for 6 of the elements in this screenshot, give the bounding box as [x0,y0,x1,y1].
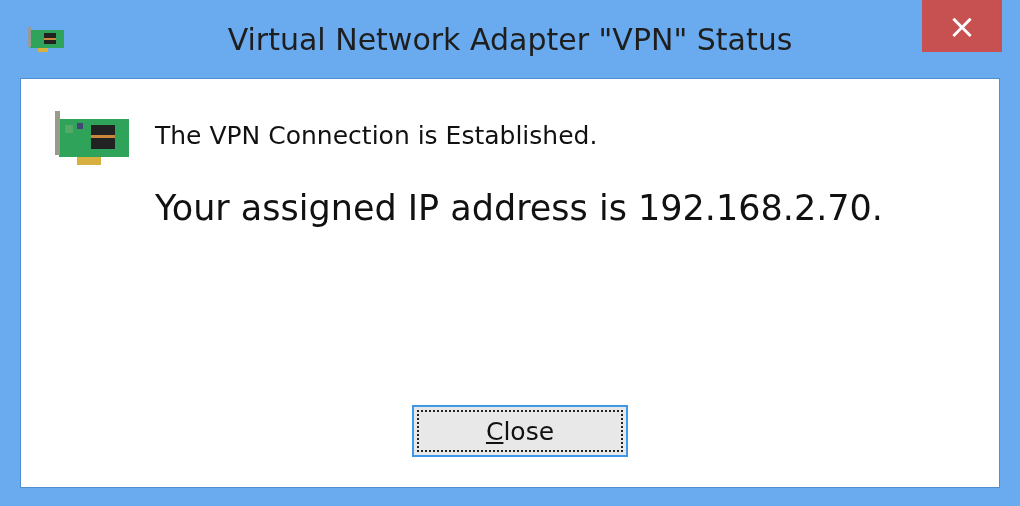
ip-address-message: Your assigned IP address is 192.168.2.70. [155,188,883,228]
network-card-icon [26,24,66,54]
window-title: Virtual Network Adapter "VPN" Status [227,21,793,57]
status-message: The VPN Connection is Established. [155,121,599,150]
close-button[interactable]: × [922,0,1002,52]
close-button[interactable]: Close [412,405,628,457]
